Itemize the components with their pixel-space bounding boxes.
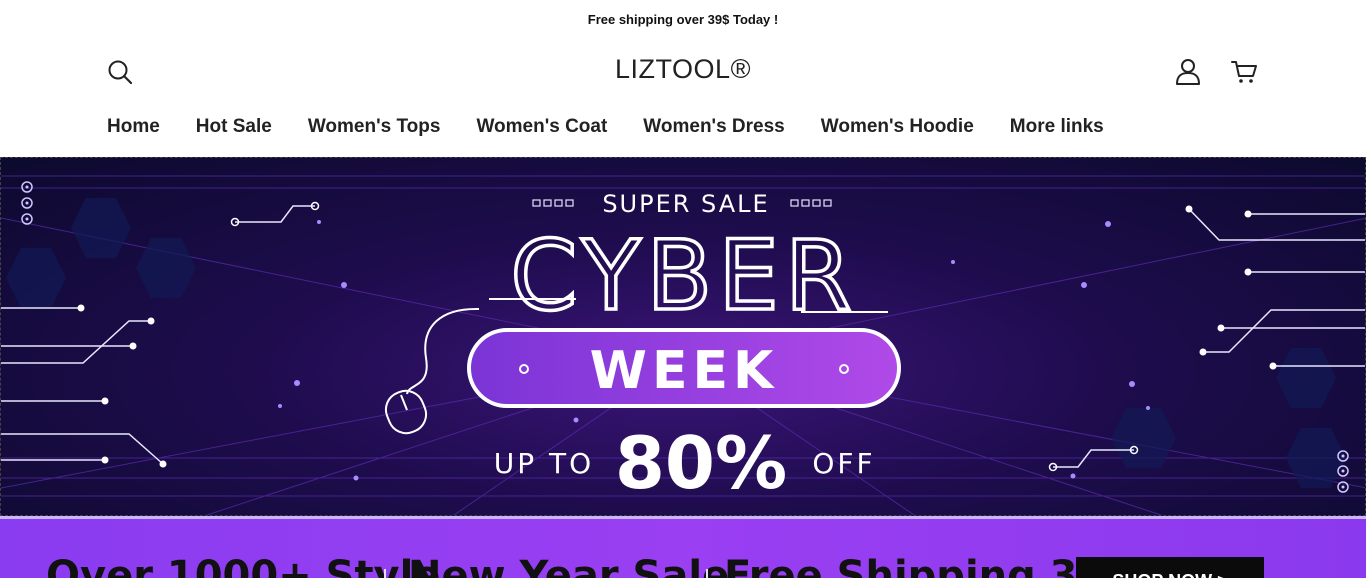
cart-icon[interactable] <box>1227 55 1261 89</box>
week-text: WEEK <box>590 341 779 401</box>
nav-item-more-links[interactable]: More links <box>1010 116 1104 138</box>
main-nav: Home Hot Sale Women's Tops Women's Coat … <box>107 106 1104 148</box>
nav-item-womens-dress[interactable]: Women's Dress <box>643 116 784 138</box>
nav-item-home[interactable]: Home <box>107 116 160 138</box>
promo-divider <box>384 569 386 578</box>
hero-banner[interactable]: SUPER SALE CYBER WEEK UP TO 80% OFF <box>0 157 1366 516</box>
nav-item-womens-tops[interactable]: Women's Tops <box>308 116 441 138</box>
promo-item-style: Over 1000+ Style <box>46 553 441 578</box>
hero-artwork: SUPER SALE CYBER WEEK UP TO 80% OFF <box>1 175 1365 515</box>
super-sale-text: SUPER SALE <box>602 190 769 218</box>
nav-item-womens-hoodie[interactable]: Women's Hoodie <box>821 116 974 138</box>
mouse-icon <box>384 389 428 435</box>
up-to-text: UP TO <box>494 447 594 480</box>
nav-item-hot-sale[interactable]: Hot Sale <box>196 116 272 138</box>
shop-now-button[interactable]: SHOP NOW > <box>1076 557 1264 578</box>
nav-item-womens-coat[interactable]: Women's Coat <box>476 116 607 138</box>
announcement-text: Free shipping over 39$ Today ! <box>587 11 779 27</box>
cyber-text: CYBER <box>510 220 857 332</box>
discount-percent: 80% <box>615 421 787 505</box>
promo-item-new-year: New Year Sale <box>408 553 730 578</box>
promo-divider <box>706 569 708 578</box>
site-header: LIZTOOL® <box>0 38 1366 106</box>
off-text: OFF <box>812 447 875 480</box>
announcement-bar: Free shipping over 39$ Today ! <box>0 0 1366 38</box>
site-logo[interactable]: LIZTOOL® <box>0 54 1366 85</box>
promo-strip: Over 1000+ Style New Year Sale Free Ship… <box>0 516 1366 578</box>
account-icon[interactable] <box>1171 55 1205 89</box>
